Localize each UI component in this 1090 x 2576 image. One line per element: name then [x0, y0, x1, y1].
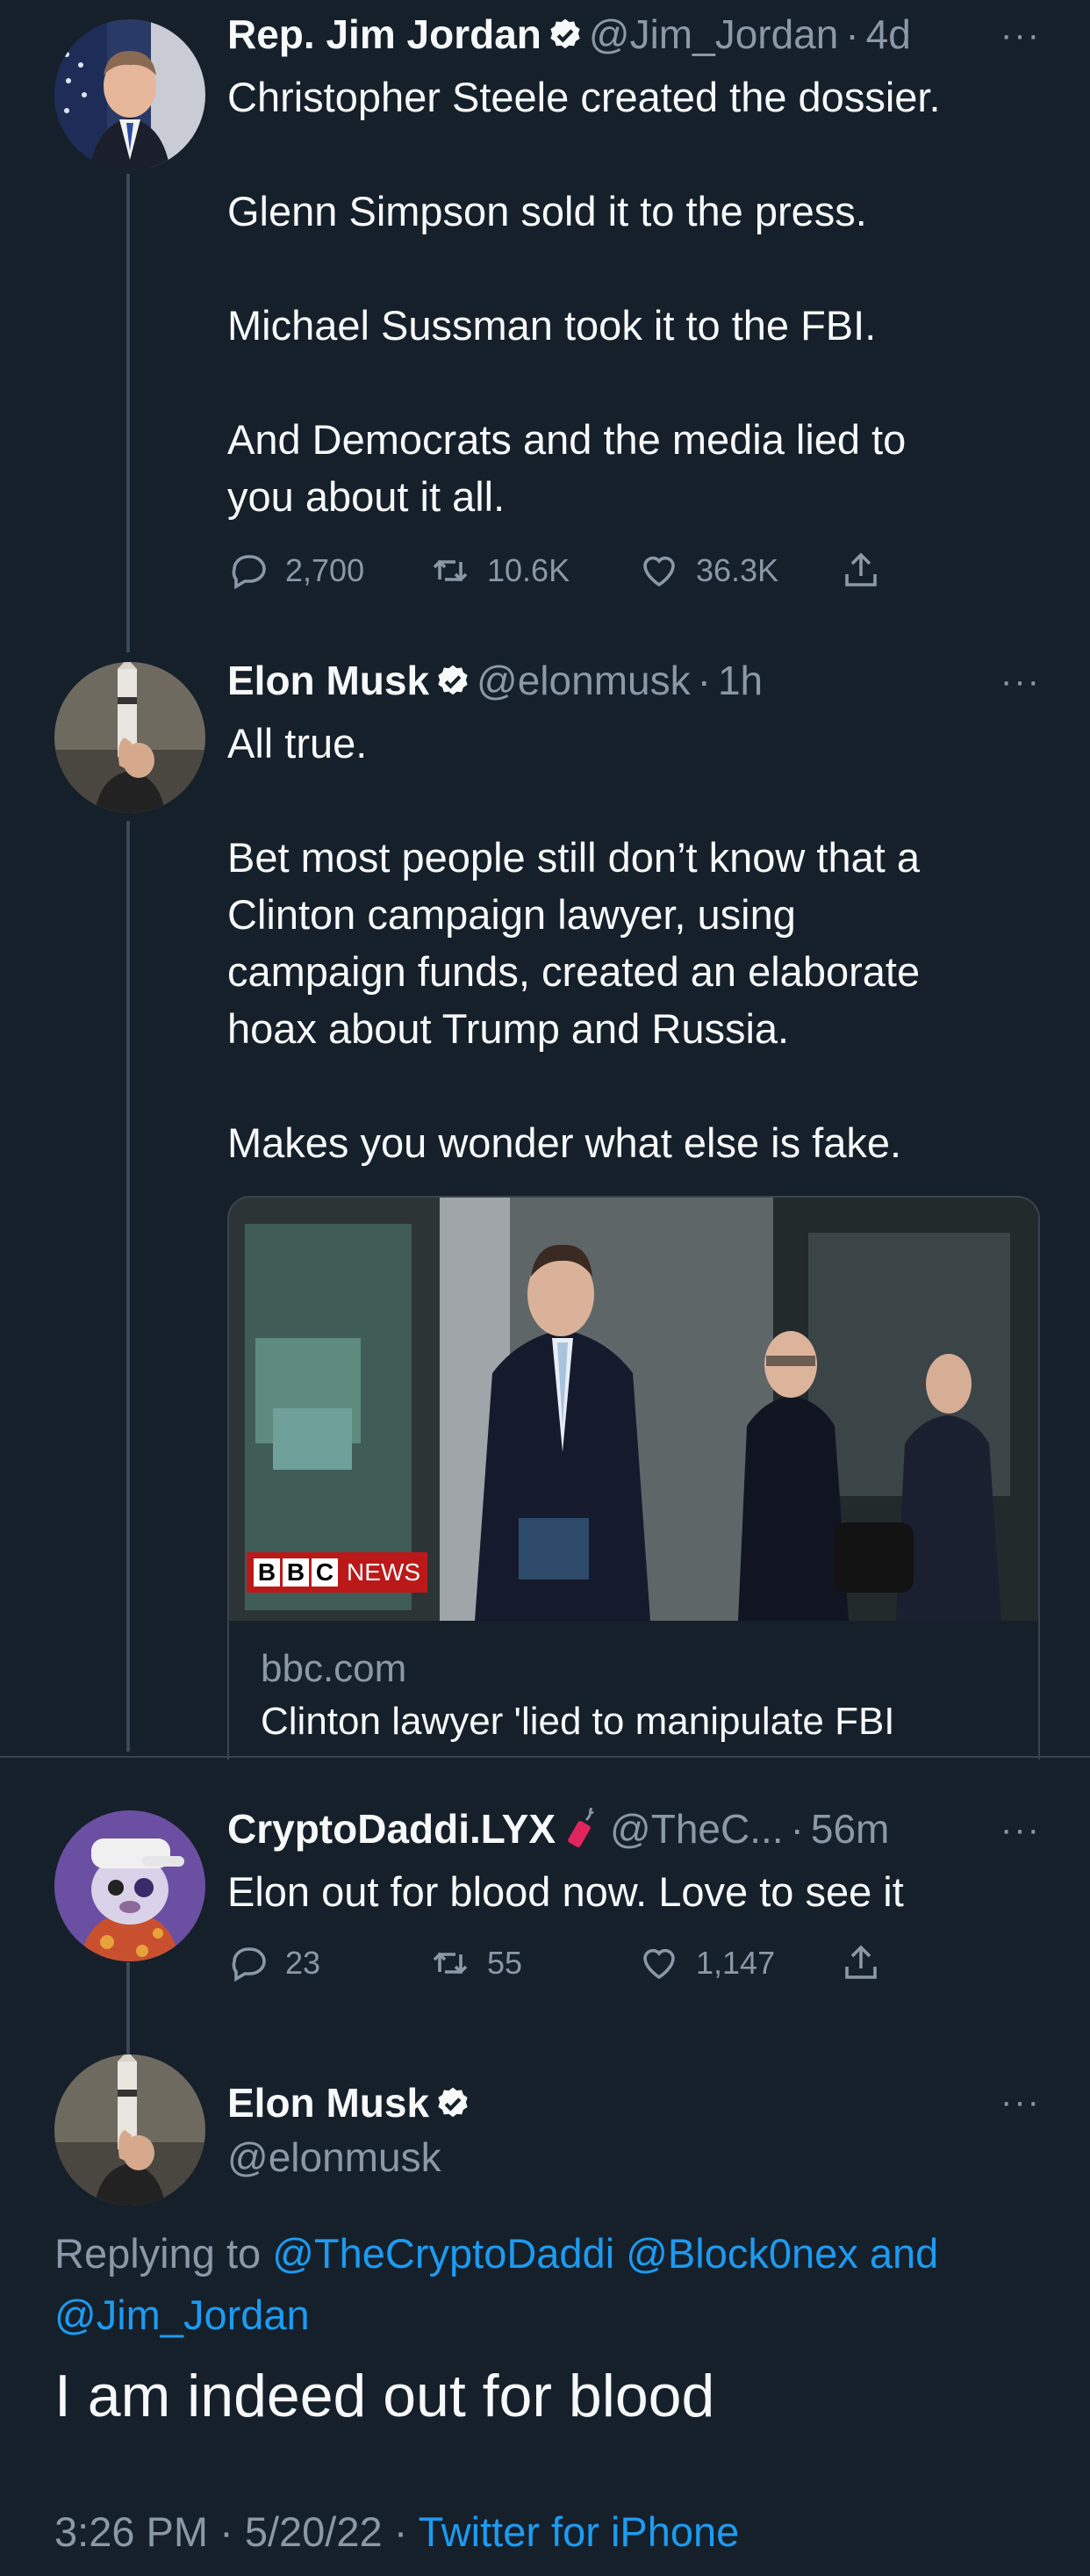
mention-link[interactable]: @Jim_Jordan — [54, 2292, 310, 2338]
mention-link[interactable]: @TheCryptoDaddi — [272, 2230, 614, 2277]
tweet-line: Glenn Simpson sold it to the press. — [227, 188, 867, 234]
tweet-actions: 2,700 10.6K 36.3K — [227, 550, 912, 592]
tweet-text: Elon out for blood now. Love to see it — [227, 1868, 904, 1915]
main-tweet-text: I am indeed out for blood — [54, 2363, 715, 2429]
replying-prefix: Replying to — [54, 2230, 262, 2277]
reply-count: 2,700 — [285, 552, 365, 588]
tweet-source[interactable]: Twitter for iPhone — [419, 2508, 740, 2555]
author-name[interactable]: Elon Musk — [227, 658, 429, 703]
tweet-line: And Democrats and the media lied to — [227, 416, 907, 463]
card-domain: bbc.com — [261, 1647, 407, 1690]
tweet-line: Makes you wonder what else is fake. — [227, 1119, 902, 1166]
thread-line — [126, 821, 130, 1752]
bbc-letter: C — [312, 1558, 338, 1587]
tweet-line: you about it all. — [227, 473, 506, 520]
separator: · — [219, 2508, 233, 2555]
reply-button[interactable]: 23 — [227, 1942, 429, 1984]
tweet-date[interactable]: 5/20/22 — [245, 2508, 383, 2555]
author-name[interactable]: Rep. Jim Jordan — [227, 11, 541, 57]
reply-button[interactable]: 2,700 — [227, 550, 429, 592]
reply-icon — [232, 555, 266, 590]
separator: · — [845, 11, 859, 57]
like-count: 36.3K — [696, 552, 779, 588]
mention-link[interactable]: @Block0nex — [626, 2230, 858, 2277]
share-button[interactable] — [840, 1942, 898, 1984]
reply-icon — [232, 1947, 266, 1982]
retweet-button[interactable]: 10.6K — [429, 550, 638, 592]
tweet-line: Clinton campaign lawyer, using — [227, 891, 796, 938]
share-icon — [845, 1945, 877, 1979]
tweet-line — [227, 1057, 1052, 1114]
link-card[interactable]: B B C NEWS bbc.com Clinton lawyer 'lied … — [227, 1196, 1040, 1759]
tweet-actions: 23 55 1,147 — [227, 1942, 912, 1984]
separator: · — [697, 658, 711, 703]
avatar-jim-jordan[interactable] — [54, 19, 205, 170]
like-icon — [643, 1948, 675, 1980]
more-icon[interactable]: ··· — [1000, 2083, 1041, 2122]
more-icon[interactable]: ··· — [1000, 1810, 1041, 1850]
tweet-line — [227, 126, 1052, 183]
like-button[interactable]: 36.3K — [638, 550, 840, 592]
tweet-line: All true. — [227, 720, 368, 766]
tweet-text: All true. Bet most people still don’t kn… — [227, 715, 1052, 1171]
tweet-text: Christopher Steele created the dossier. … — [227, 68, 1052, 525]
bbc-letter: B — [283, 1558, 309, 1587]
more-icon[interactable]: ··· — [1000, 16, 1041, 55]
author-name[interactable]: Elon Musk — [227, 2080, 429, 2126]
more-icon[interactable]: ··· — [1000, 662, 1041, 702]
author-handle[interactable]: @elonmusk — [227, 2133, 441, 2181]
author-handle[interactable]: @Jim_Jordan — [589, 11, 838, 57]
thread-line — [126, 1962, 130, 2054]
divider — [0, 1756, 1090, 1758]
like-count: 1,147 — [696, 1945, 776, 1981]
retweet-count: 10.6K — [487, 552, 570, 588]
verified-icon — [434, 2085, 471, 2122]
retweet-icon — [433, 559, 468, 582]
tweet-line — [227, 354, 1052, 411]
author-handle[interactable]: @elonmusk — [477, 658, 691, 703]
bbc-news-logo: B B C NEWS — [247, 1552, 427, 1593]
thread-line — [126, 174, 130, 652]
share-button[interactable] — [840, 550, 898, 592]
like-button[interactable]: 1,147 — [638, 1942, 840, 1984]
tweet-time[interactable]: 4d — [866, 11, 911, 57]
retweet-button[interactable]: 55 — [429, 1942, 638, 1984]
tweet-line: hoax about Trump and Russia. — [227, 1005, 790, 1052]
tweet-timestamp[interactable]: 3:26 PM — [54, 2508, 208, 2555]
like-icon — [643, 556, 675, 587]
card-image: B B C NEWS — [229, 1198, 1038, 1621]
verified-icon — [434, 663, 471, 700]
verified-icon — [547, 17, 584, 54]
firecracker-icon — [561, 1807, 605, 1850]
avatar-elon-musk[interactable] — [54, 2054, 205, 2205]
author-name[interactable]: CryptoDaddi.LYX — [227, 1806, 556, 1852]
author-handle[interactable]: @TheC... — [610, 1806, 784, 1852]
tweet-line — [227, 772, 1052, 829]
retweet-count: 55 — [487, 1945, 523, 1981]
separator: · — [393, 2508, 408, 2555]
tweet-line: Bet most people still don’t know that a — [227, 834, 920, 881]
news-label: NEWS — [347, 1558, 420, 1586]
avatar-elon-musk[interactable] — [54, 662, 205, 813]
card-title: Clinton lawyer 'lied to manipulate FBI — [261, 1700, 895, 1743]
tweet-time[interactable]: 1h — [718, 658, 763, 703]
tweet-line: campaign funds, created an elaborate — [227, 948, 921, 995]
separator: · — [790, 1806, 804, 1852]
tweet-time[interactable]: 56m — [811, 1806, 889, 1852]
replying-to: Replying to @TheCryptoDaddi @Block0nex a… — [54, 2223, 1037, 2346]
tweet-line — [227, 240, 1052, 297]
bbc-letter: B — [254, 1558, 280, 1587]
tweet-line: Christopher Steele created the dossier. — [227, 74, 941, 120]
retweet-icon — [433, 1952, 468, 1975]
and-word: and — [869, 2230, 939, 2277]
tweet-line: Michael Sussman took it to the FBI. — [227, 302, 877, 349]
reply-count: 23 — [285, 1945, 321, 1981]
avatar-cryptodaddi[interactable] — [54, 1810, 205, 1961]
share-icon — [845, 552, 877, 586]
tweet-meta: 3:26 PM · 5/20/22 · Twitter for iPhone — [54, 2508, 739, 2556]
